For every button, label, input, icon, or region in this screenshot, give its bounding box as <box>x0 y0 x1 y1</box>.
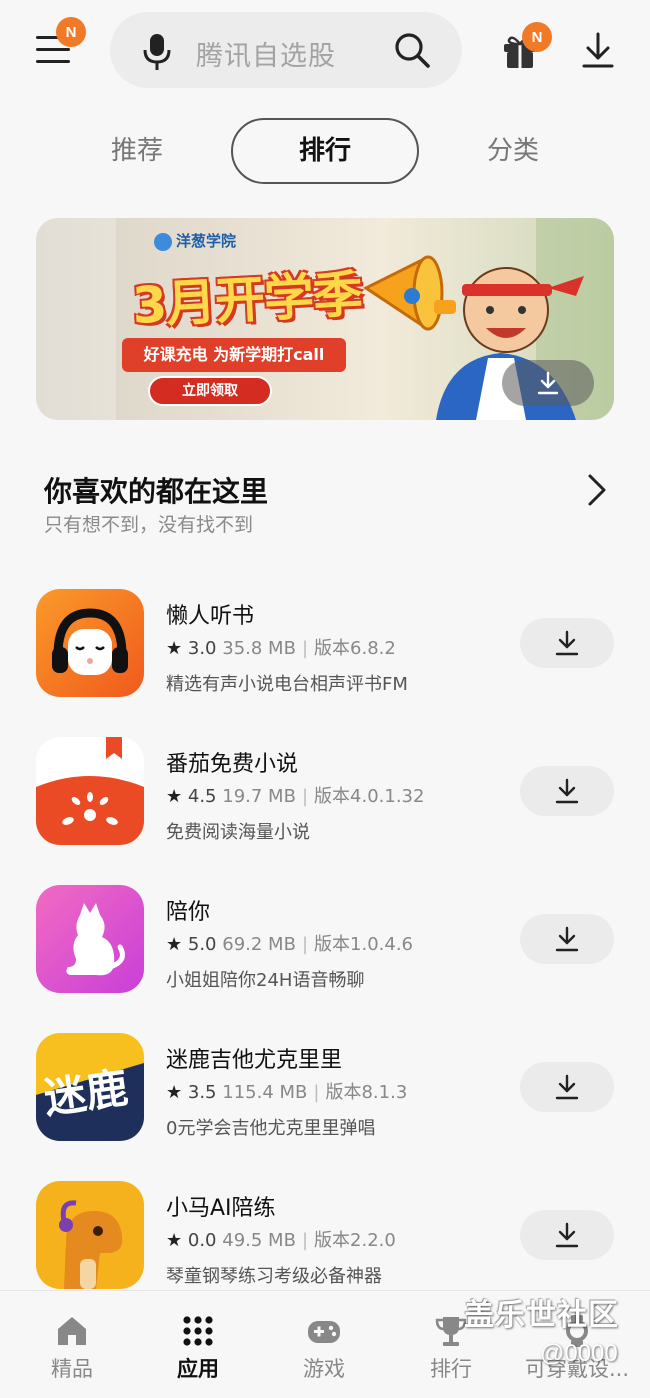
download-button[interactable] <box>520 914 614 964</box>
download-manager-icon[interactable] <box>578 30 618 70</box>
app-version: 版本1.0.4.6 <box>314 934 413 955</box>
nav-featured[interactable]: 精品 <box>9 1291 135 1398</box>
app-meta: ★ 3.0 35.8 MB | 版本6.8.2 <box>166 638 396 659</box>
nav-games[interactable]: 游戏 <box>261 1291 387 1398</box>
app-name: 陪你 <box>166 900 211 925</box>
list-item[interactable]: 番茄免费小说 ★ 4.5 19.7 MB | 版本4.0.1.32 免费阅读海量小说 <box>0 722 650 870</box>
app-version: 版本4.0.1.32 <box>314 786 425 807</box>
app-description: 0元学会吉他尤克里里弹唱 <box>166 1118 376 1139</box>
star-icon: ★ <box>166 786 183 807</box>
app-name: 小马AI陪练 <box>166 1196 276 1221</box>
app-size: 19.7 MB <box>222 786 296 807</box>
app-size: 69.2 MB <box>222 934 296 955</box>
app-meta: ★ 3.5 115.4 MB | 版本8.1.3 <box>166 1082 408 1103</box>
app-rating: 3.5 <box>187 1082 217 1103</box>
app-version: 版本2.2.0 <box>314 1230 396 1251</box>
star-icon: ★ <box>166 1230 183 1251</box>
app-name: 懒人听书 <box>166 604 255 629</box>
tab-ranking[interactable]: 排行 <box>231 118 419 184</box>
star-icon: ★ <box>166 934 183 955</box>
download-button[interactable] <box>520 618 614 668</box>
list-item[interactable]: 懒人听书 ★ 3.0 35.8 MB | 版本6.8.2 精选有声小说电台相声评书F… <box>0 574 650 722</box>
star-icon: ★ <box>166 638 183 659</box>
download-icon <box>537 371 559 395</box>
app-name: 番茄免费小说 <box>166 752 299 777</box>
download-icon <box>555 1074 579 1100</box>
app-description: 琴童钢琴练习考级必备神器 <box>166 1266 382 1287</box>
app-size: 115.4 MB <box>222 1082 308 1103</box>
gamepad-icon <box>308 1321 340 1343</box>
section-title: 你喜欢的都在这里 <box>44 475 269 508</box>
app-rating: 5.0 <box>187 934 217 955</box>
app-version: 版本6.8.2 <box>314 638 396 659</box>
search-bar[interactable]: 腾讯自选股 <box>110 12 462 88</box>
chevron-right-icon[interactable] <box>582 472 612 508</box>
cat-icon[interactable] <box>36 885 144 993</box>
app-name: 迷鹿吉他尤克里里 <box>166 1048 343 1073</box>
promo-banner[interactable]: 洋葱学院 3月开学季 好课充电 为新学期打call 立即领取 <box>36 218 614 420</box>
onion-logo-icon <box>154 232 172 251</box>
microphone-icon[interactable] <box>142 32 172 72</box>
section-subtitle: 只有想不到，没有找不到 <box>44 514 254 536</box>
download-button[interactable] <box>520 766 614 816</box>
app-description: 精选有声小说电台相声评书FM <box>166 674 408 695</box>
tab-categories[interactable]: 分类 <box>458 118 568 184</box>
download-button[interactable] <box>520 1062 614 1112</box>
headphones-icon[interactable] <box>36 589 144 697</box>
gift-notification-badge: N <box>522 22 552 52</box>
nav-apps[interactable]: 应用 <box>135 1291 261 1398</box>
app-rating: 0.0 <box>187 1230 217 1251</box>
search-icon[interactable] <box>392 30 432 70</box>
download-icon <box>555 1222 579 1248</box>
banner-headline: 3月开学季 <box>130 265 364 335</box>
home-icon <box>58 1317 86 1345</box>
watermark-handle: @0000 <box>540 1340 618 1367</box>
grid-icon <box>183 1316 213 1346</box>
app-rating: 4.5 <box>187 786 217 807</box>
download-icon <box>555 926 579 952</box>
app-description: 免费阅读海量小说 <box>166 822 310 843</box>
app-list: 懒人听书 ★ 3.0 35.8 MB | 版本6.8.2 精选有声小说电台相声评书F… <box>0 574 650 1314</box>
app-rating: 3.0 <box>187 638 217 659</box>
app-version: 版本8.1.3 <box>325 1082 408 1103</box>
list-item[interactable]: 陪你 ★ 5.0 69.2 MB | 版本1.0.4.6 小姐姐陪你24H语音畅聊 <box>0 870 650 1018</box>
download-icon <box>555 630 579 656</box>
tab-recommend[interactable]: 推荐 <box>82 118 192 184</box>
watermark: 盖乐世社区 <box>464 1298 619 1333</box>
search-placeholder: 腾讯自选股 <box>196 41 336 72</box>
download-icon <box>555 778 579 804</box>
horse-icon[interactable] <box>36 1181 144 1289</box>
menu-notification-badge: N <box>56 17 86 47</box>
banner-download-button[interactable] <box>502 360 594 406</box>
category-tabs: 推荐 排行 分类 <box>0 118 650 184</box>
list-item[interactable]: 迷鹿 迷鹿吉他尤克里里 ★ 3.5 115.4 MB | 版本8.1.3 0元学会吉… <box>0 1018 650 1166</box>
app-size: 35.8 MB <box>222 638 296 659</box>
banner-cta-button[interactable]: 立即领取 <box>148 376 272 406</box>
app-meta: ★ 4.5 19.7 MB | 版本4.0.1.32 <box>166 786 425 807</box>
app-meta: ★ 0.0 49.5 MB | 版本2.2.0 <box>166 1230 396 1251</box>
download-button[interactable] <box>520 1210 614 1260</box>
banner-brand: 洋葱学院 <box>154 230 236 251</box>
app-meta: ★ 5.0 69.2 MB | 版本1.0.4.6 <box>166 934 413 955</box>
banner-ribbon: 好课充电 为新学期打call <box>122 338 346 372</box>
top-bar: N 腾讯自选股 N <box>0 0 650 100</box>
app-description: 小姐姐陪你24H语音畅聊 <box>166 970 365 991</box>
app-size: 49.5 MB <box>222 1230 296 1251</box>
tomato-icon[interactable] <box>36 737 144 845</box>
star-icon: ★ <box>166 1082 183 1103</box>
milu-logo-icon[interactable]: 迷鹿 <box>36 1033 144 1141</box>
